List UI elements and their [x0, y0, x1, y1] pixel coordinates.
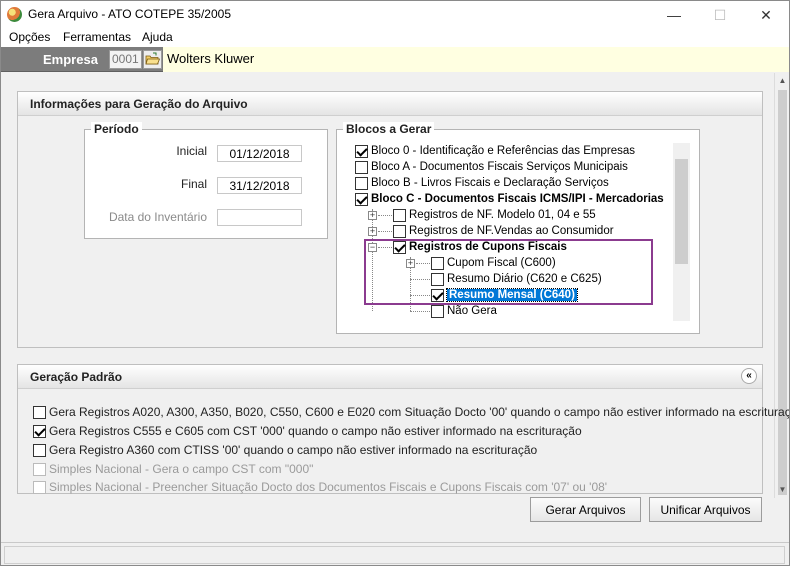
main-scrollbar[interactable]: ▲ ▼: [774, 73, 789, 498]
inventario-label: Data do Inventário: [108, 210, 207, 224]
checkbox-blocoA[interactable]: [355, 160, 368, 174]
checkbox-blocoC[interactable]: [355, 192, 368, 206]
window-title: Gera Arquivo - ATO COTEPE 35/2005: [28, 7, 231, 21]
final-label: Final: [180, 177, 207, 191]
option-row[interactable]: Gera Registros C555 e C605 com CST '000'…: [33, 424, 582, 438]
option-label: Simples Nacional - Gera o campo CST com …: [49, 462, 314, 476]
tree-label-selected: Resumo Mensal (C640): [446, 288, 578, 302]
blocos-tree: Bloco 0 - Identificação e Referências da…: [351, 143, 673, 321]
tree-item-blocoB[interactable]: Bloco B - Livros Fiscais e Declaração Se…: [355, 175, 609, 191]
option-label: Gera Registro A360 com CTISS '00' quando…: [49, 443, 538, 457]
checkbox-option-2[interactable]: [33, 424, 46, 438]
tree-scrollbar[interactable]: [673, 143, 690, 321]
tree-item-blocoC[interactable]: Bloco C - Documentos Fiscais ICMS/IPI - …: [355, 191, 664, 207]
tree-line: [410, 279, 430, 280]
tree-item-cupom-fiscal[interactable]: Cupom Fiscal (C600): [431, 255, 556, 271]
menu-ajuda[interactable]: Ajuda: [142, 30, 173, 44]
scroll-up-icon[interactable]: ▲: [775, 73, 789, 88]
tree-line: [410, 311, 430, 312]
option-row-disabled: Simples Nacional - Gera o campo CST com …: [33, 462, 313, 476]
tree-label: Registros de NF.Vendas ao Consumidor: [409, 225, 614, 237]
tree-item-resumo-diario[interactable]: Resumo Diário (C620 e C625): [431, 271, 602, 287]
expand-plus-icon[interactable]: +: [406, 259, 415, 268]
status-panel: [4, 546, 785, 564]
option-label: Gera Registros C555 e C605 com CST '000'…: [49, 424, 582, 438]
maximize-button[interactable]: ☐: [697, 1, 743, 29]
option-row[interactable]: Gera Registros A020, A300, A350, B020, C…: [33, 405, 790, 419]
expand-plus-icon[interactable]: +: [368, 227, 377, 236]
tree-label: Resumo Diário (C620 e C625): [447, 273, 602, 285]
checkbox-resumo-diario[interactable]: [431, 272, 444, 286]
checkbox-nao-gera[interactable]: [431, 304, 444, 318]
menu-opcoes[interactable]: Opções: [9, 30, 50, 44]
checkbox-option-4: [33, 462, 46, 476]
option-row-disabled: Simples Nacional - Preencher Situação Do…: [33, 480, 607, 494]
tree-label: Bloco C - Documentos Fiscais ICMS/IPI - …: [371, 193, 664, 205]
expand-minus-icon[interactable]: −: [368, 243, 377, 252]
empresa-label: Empresa: [43, 52, 98, 67]
menu-ferramentas[interactable]: Ferramentas: [63, 30, 131, 44]
tree-line: [416, 263, 430, 264]
checkbox-nf-modelo[interactable]: [393, 208, 406, 222]
tree-label: Bloco 0 - Identificação e Referências da…: [371, 145, 635, 157]
option-row[interactable]: Gera Registro A360 com CTISS '00' quando…: [33, 443, 537, 457]
tree-line: [372, 209, 373, 311]
minimize-button[interactable]: —: [651, 1, 697, 29]
info-section-title: Informações para Geração do Arquivo: [18, 92, 762, 116]
expand-plus-icon[interactable]: +: [368, 211, 377, 220]
inicial-label: Inicial: [176, 144, 207, 158]
tree-line: [410, 295, 430, 296]
tree-item-nf-vendas[interactable]: Registros de NF.Vendas ao Consumidor: [393, 223, 614, 239]
checkbox-option-5: [33, 480, 46, 494]
status-bar: [1, 542, 789, 565]
tree-item-cupons[interactable]: Registros de Cupons Fiscais: [393, 239, 567, 255]
tree-label: Não Gera: [447, 305, 497, 317]
tree-line: [378, 215, 392, 216]
checkbox-nf-vendas[interactable]: [393, 224, 406, 238]
option-label: Gera Registros A020, A300, A350, B020, C…: [49, 405, 790, 419]
checkbox-blocoB[interactable]: [355, 176, 368, 190]
title-bar: Gera Arquivo - ATO COTEPE 35/2005 — ☐ ✕: [1, 1, 789, 29]
tree-item-resumo-mensal[interactable]: Resumo Mensal (C640): [431, 287, 578, 303]
blocos-title: Blocos a Gerar: [343, 122, 435, 136]
final-date-input[interactable]: 31/12/2018: [217, 177, 302, 194]
checkbox-option-1[interactable]: [33, 405, 46, 419]
tree-item-nao-gera[interactable]: Não Gera: [431, 303, 497, 319]
checkbox-bloco0[interactable]: [355, 144, 368, 158]
menu-bar: Opções Ferramentas Ajuda: [1, 29, 789, 47]
close-button[interactable]: ✕: [743, 1, 789, 29]
inicial-date-input[interactable]: 01/12/2018: [217, 145, 302, 162]
checkbox-option-3[interactable]: [33, 443, 46, 457]
empresa-code-field[interactable]: 0001: [109, 50, 142, 69]
empresa-name: Wolters Kluwer: [163, 47, 789, 72]
main-window: Gera Arquivo - ATO COTEPE 35/2005 — ☐ ✕ …: [0, 0, 790, 566]
periodo-title: Período: [91, 122, 142, 136]
app-logo-icon: [7, 7, 22, 22]
tree-item-blocoA[interactable]: Bloco A - Documentos Fiscais Serviços Mu…: [355, 159, 628, 175]
scroll-thumb[interactable]: [778, 90, 787, 495]
tree-item-nf-modelo[interactable]: Registros de NF. Modelo 01, 04 e 55: [393, 207, 596, 223]
tree-label: Bloco B - Livros Fiscais e Declaração Se…: [371, 177, 609, 189]
tree-label: Cupom Fiscal (C600): [447, 257, 556, 269]
checkbox-cupom-fiscal[interactable]: [431, 256, 444, 270]
tree-scroll-thumb[interactable]: [675, 159, 688, 264]
tree-item-bloco0[interactable]: Bloco 0 - Identificação e Referências da…: [355, 143, 635, 159]
open-folder-icon[interactable]: [143, 50, 162, 69]
unificar-arquivos-button[interactable]: Unificar Arquivos: [649, 497, 762, 522]
tree-line: [378, 231, 392, 232]
tree-line: [378, 247, 392, 248]
geracao-section-title: Geração Padrão: [18, 365, 762, 389]
tree-label: Bloco A - Documentos Fiscais Serviços Mu…: [371, 161, 628, 173]
collapse-section-icon[interactable]: «: [741, 368, 757, 384]
empresa-bar: Empresa 0001 Wolters Kluwer: [1, 47, 789, 72]
tree-label: Registros de Cupons Fiscais: [409, 241, 567, 253]
gerar-arquivos-button[interactable]: Gerar Arquivos: [530, 497, 641, 522]
option-label: Simples Nacional - Preencher Situação Do…: [49, 480, 608, 494]
scroll-down-icon[interactable]: ▼: [775, 482, 789, 497]
checkbox-cupons[interactable]: [393, 240, 406, 254]
tree-label: Registros de NF. Modelo 01, 04 e 55: [409, 209, 596, 221]
inventario-date-input[interactable]: [217, 209, 302, 226]
checkbox-resumo-mensal[interactable]: [431, 288, 444, 302]
